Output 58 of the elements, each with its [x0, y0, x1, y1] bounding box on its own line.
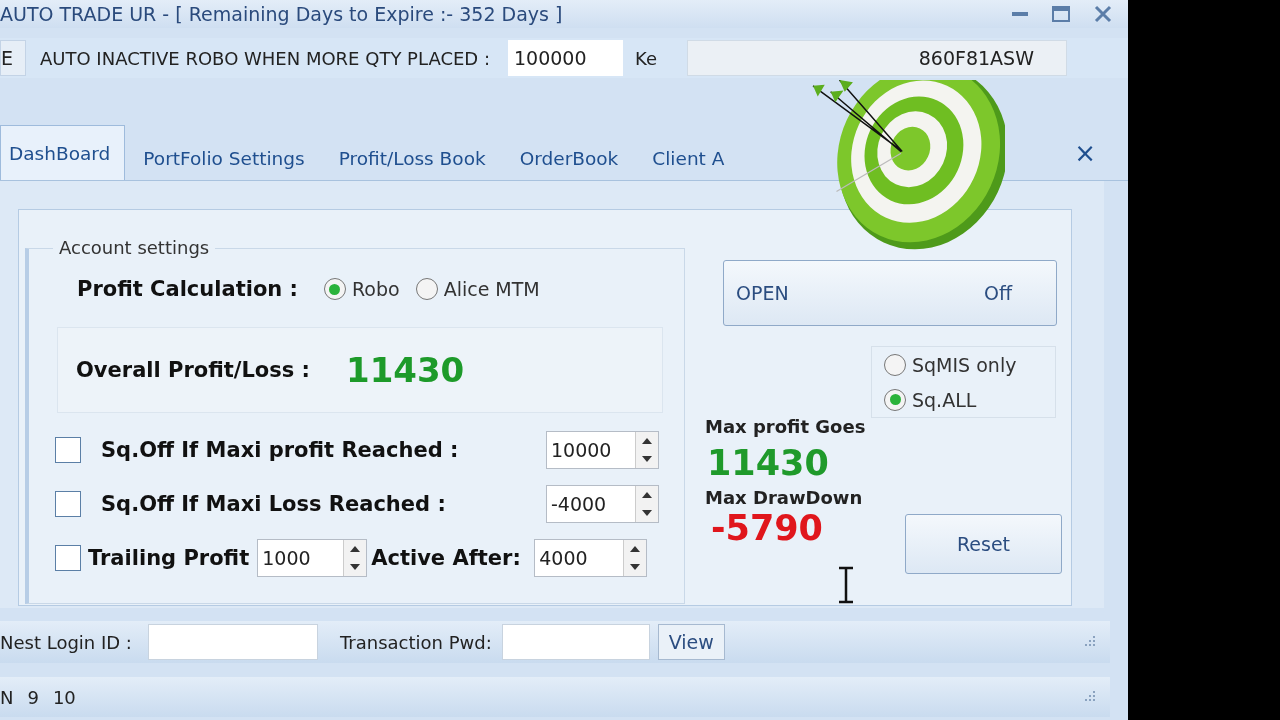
- transaction-pwd-label: Transaction Pwd:: [339, 631, 492, 653]
- status-text: N: [0, 686, 14, 708]
- max-profit-value: 11430: [707, 443, 830, 483]
- up-arrow-icon[interactable]: [630, 546, 641, 552]
- window-title: AUTO TRADE UR - [ Remaining Days to Expire :- 352 Days ]: [0, 3, 564, 25]
- down-arrow-icon[interactable]: [642, 456, 652, 462]
- spin-field[interactable]: 1000: [257, 539, 368, 577]
- radio-button[interactable]: Robo: [323, 278, 400, 300]
- close-icon[interactable]: [1094, 5, 1112, 23]
- radio-button[interactable]: Alice MTM: [415, 278, 540, 300]
- group-title: Account settings: [53, 237, 216, 258]
- text-cursor-icon: [836, 566, 856, 604]
- status-text: 9: [27, 686, 39, 708]
- active-after-label: Active After:: [371, 546, 522, 570]
- transaction-pwd-field[interactable]: [501, 624, 650, 660]
- max-drawdown-label: Max DrawDown: [705, 487, 864, 508]
- status-text: 10: [52, 686, 76, 708]
- resize-grip-icon: [1082, 690, 1096, 704]
- checkbox[interactable]: [55, 491, 81, 517]
- max-drawdown-value: -5790: [711, 508, 824, 548]
- down-arrow-icon[interactable]: [350, 564, 361, 570]
- nest-login-field[interactable]: [147, 624, 318, 660]
- rule-label: Sq.Off If Maxi profit Reached :: [101, 438, 460, 462]
- tab[interactable]: Profit/Loss Book: [322, 135, 502, 180]
- tab[interactable]: DashBoard: [0, 125, 126, 180]
- overall-label: Overall Profit/Loss :: [76, 358, 310, 382]
- rule-label: Sq.Off If Maxi Loss Reached :: [101, 492, 447, 516]
- down-arrow-icon[interactable]: [630, 564, 641, 570]
- resize-grip-icon: [1082, 635, 1096, 649]
- key-label: Ke: [635, 47, 657, 69]
- nest-login-label: Nest Login ID :: [0, 631, 132, 653]
- open-button[interactable]: OPEN Off: [723, 260, 1057, 326]
- reset-button[interactable]: Reset: [905, 514, 1062, 574]
- close-tab-button[interactable]: ×: [1074, 138, 1096, 168]
- radio-button[interactable]: Sq.ALL: [884, 388, 1055, 411]
- spin-field[interactable]: 10000: [546, 431, 659, 469]
- maximize-icon[interactable]: [1052, 6, 1070, 22]
- up-arrow-icon[interactable]: [642, 492, 652, 498]
- radio-button[interactable]: SqMIS only: [884, 353, 1055, 376]
- up-arrow-icon[interactable]: [350, 546, 361, 552]
- trailing-label: Trailing Profit: [88, 546, 250, 570]
- profit-calculation-label: Profit Calculation :: [77, 277, 298, 301]
- up-arrow-icon[interactable]: [642, 438, 652, 444]
- toolbar-button[interactable]: E: [0, 40, 26, 76]
- qty-field[interactable]: 100000: [508, 40, 623, 76]
- tab[interactable]: PortFolio Settings: [127, 135, 321, 180]
- tab[interactable]: Client A: [636, 135, 741, 180]
- qty-label: AUTO INACTIVE ROBO WHEN MORE QTY PLACED :: [40, 47, 490, 69]
- overall-value: 11430: [346, 350, 465, 390]
- tab[interactable]: OrderBook: [503, 135, 635, 180]
- spin-field[interactable]: 4000: [534, 539, 648, 577]
- down-arrow-icon[interactable]: [642, 510, 652, 516]
- max-profit-label: Max profit Goes: [705, 416, 867, 437]
- key-field[interactable]: 860F81ASW: [686, 40, 1067, 76]
- checkbox[interactable]: [55, 437, 81, 463]
- view-button[interactable]: View: [657, 624, 725, 660]
- checkbox[interactable]: [55, 545, 81, 571]
- spin-field[interactable]: -4000: [546, 485, 659, 523]
